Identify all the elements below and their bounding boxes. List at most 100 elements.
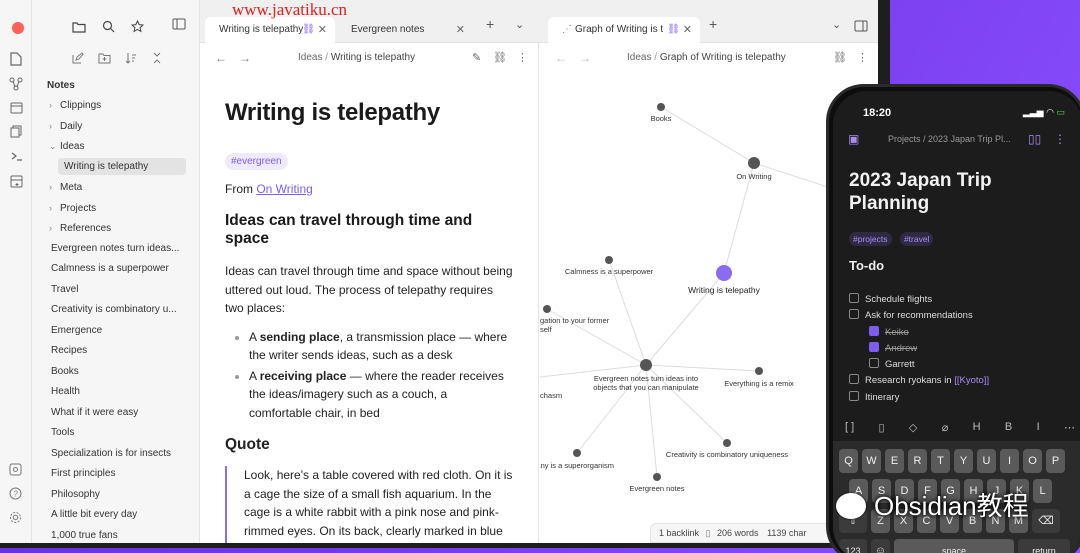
link-icon[interactable]: ⛓	[833, 51, 847, 64]
close-window-button[interactable]	[12, 22, 24, 34]
graph-node-on-writing[interactable]	[748, 157, 760, 169]
more-icon[interactable]: ⋯	[1064, 421, 1075, 434]
checkbox[interactable]	[849, 293, 859, 303]
checkbox-checked[interactable]	[869, 325, 879, 336]
key-o[interactable]: O	[1023, 449, 1042, 473]
kyoto-link[interactable]: [[Kyoto]]	[954, 375, 989, 386]
key-e[interactable]: E	[885, 449, 904, 473]
key-t[interactable]: T	[931, 449, 950, 473]
copy-icon[interactable]	[9, 125, 23, 139]
calendar-icon[interactable]	[9, 101, 23, 115]
sidebar-toggle-icon[interactable]	[172, 18, 186, 33]
key-i[interactable]: I	[1000, 449, 1019, 473]
key-w[interactable]: W	[862, 449, 881, 473]
tree-folder[interactable]: › Meta	[32, 177, 200, 198]
checkbox-checked[interactable]	[869, 341, 879, 352]
search-icon[interactable]	[102, 20, 115, 36]
italic-icon[interactable]: I	[1037, 421, 1040, 434]
back-arrow-icon[interactable]: ←	[555, 51, 579, 65]
tree-file[interactable]: First principles	[32, 464, 200, 485]
tag-evergreen[interactable]: #evergreen	[225, 153, 288, 170]
collapse-all-icon[interactable]	[151, 52, 163, 67]
graph-node-everything-remix[interactable]	[755, 367, 763, 375]
tree-file[interactable]: Creativity is combinatory u...	[32, 300, 200, 321]
tab-list-chevron-icon[interactable]: ⌄	[832, 18, 841, 31]
help-icon[interactable]: ?	[9, 487, 22, 511]
more-options-icon[interactable]: ⋮	[517, 51, 528, 64]
tree-file[interactable]: Philosophy	[32, 485, 200, 506]
key-y[interactable]: Y	[954, 449, 973, 473]
backlinks-count[interactable]: 1 backlink	[659, 528, 699, 538]
graph-node-books[interactable]	[657, 103, 665, 111]
tree-file[interactable]: Health	[32, 382, 200, 403]
folder-icon[interactable]	[72, 20, 86, 36]
tree-folder[interactable]: › Projects	[32, 198, 200, 219]
tree-file[interactable]: Tools	[32, 423, 200, 444]
key-l[interactable]: L	[1033, 479, 1052, 503]
sidebar-toggle-icon[interactable]: ▣	[848, 132, 859, 146]
tree-folder[interactable]: ⌄ Ideas	[32, 136, 200, 157]
tree-file[interactable]: 1,000 true fans	[32, 526, 200, 544]
new-note-icon[interactable]	[72, 52, 84, 67]
file-icon[interactable]: ▯	[879, 421, 885, 434]
graph-node-calmness[interactable]	[605, 256, 613, 264]
tab-graph[interactable]: ⋰ Graph of Writing is t ⛓ ✕	[548, 17, 700, 43]
tab-list-chevron-icon[interactable]: ⌄	[515, 18, 524, 31]
link-icon[interactable]: ⛓	[493, 51, 507, 64]
key-space[interactable]: space	[894, 539, 1014, 553]
tree-file[interactable]: Calmness is a superpower	[32, 259, 200, 280]
checkbox[interactable]	[849, 374, 859, 385]
vault-root-label[interactable]: Notes	[32, 77, 200, 95]
tree-file[interactable]: Writing is telepathy	[32, 157, 200, 178]
close-tab-icon[interactable]: ✕	[456, 17, 465, 43]
close-tab-icon[interactable]: ✕	[683, 17, 692, 43]
sort-icon[interactable]	[125, 52, 137, 67]
tree-folder[interactable]: › Clippings	[32, 95, 200, 116]
tree-file[interactable]: Specialization is for insects	[32, 444, 200, 465]
tree-file[interactable]: A little bit every day	[32, 505, 200, 526]
tag-projects[interactable]: #projects	[849, 232, 892, 246]
graph-node-superorganism[interactable]	[573, 449, 581, 457]
graph-node-creativity[interactable]	[723, 439, 731, 447]
tree-file[interactable]: Recipes	[32, 341, 200, 362]
wikilink-icon[interactable]: [ ]	[845, 421, 854, 434]
right-sidebar-toggle-icon[interactable]	[854, 19, 868, 35]
attachment-icon[interactable]: ⌀	[942, 421, 949, 434]
tab-writing-is-telepathy[interactable]: Writing is telepathy ⛓ ✕	[205, 17, 335, 43]
forward-arrow-icon[interactable]: →	[579, 51, 603, 65]
tree-file[interactable]: Evergreen notes turn ideas...	[32, 239, 200, 260]
key-p[interactable]: P	[1046, 449, 1065, 473]
tree-file[interactable]: Emergence	[32, 321, 200, 342]
settings-gear-icon[interactable]	[9, 511, 22, 535]
key-return[interactable]: return	[1018, 539, 1070, 553]
new-folder-icon[interactable]	[98, 52, 111, 67]
graph-node-evergreen-notes[interactable]	[653, 473, 661, 481]
breadcrumb-folder[interactable]: Ideas	[298, 52, 322, 63]
file-explorer-icon[interactable]	[9, 52, 23, 66]
tree-file[interactable]: Books	[32, 362, 200, 383]
graph-node-evergreen-notes-turn[interactable]	[640, 359, 652, 371]
graph-node-writing-is-telepathy[interactable]	[716, 265, 732, 281]
key-123[interactable]: 123	[839, 539, 867, 553]
key-u[interactable]: U	[977, 449, 996, 473]
tree-file[interactable]: What if it were easy	[32, 403, 200, 424]
more-options-icon[interactable]: ⋮	[857, 51, 868, 64]
close-tab-icon[interactable]: ✕	[318, 17, 327, 43]
tree-folder[interactable]: › Daily	[32, 116, 200, 137]
reading-mode-book-icon[interactable]: ▯▯	[1028, 132, 1041, 146]
more-options-icon[interactable]: ⋮	[1054, 132, 1066, 146]
template-icon[interactable]	[9, 175, 23, 189]
bookmark-star-icon[interactable]	[130, 19, 145, 36]
backspace-key-icon[interactable]: ⌫	[1032, 509, 1060, 533]
edit-pencil-icon[interactable]: ✎	[472, 51, 481, 64]
key-q[interactable]: Q	[839, 449, 858, 473]
tree-file[interactable]: Travel	[32, 280, 200, 301]
forward-arrow-icon[interactable]: →	[239, 51, 263, 65]
heading-icon[interactable]: H	[973, 421, 981, 434]
phone-breadcrumb[interactable]: Projects / 2023 Japan Trip Pl...	[888, 134, 1011, 144]
checkbox[interactable]	[869, 358, 879, 369]
graph-node-navigation[interactable]	[543, 305, 551, 313]
graph-view-icon[interactable]	[9, 77, 23, 91]
back-arrow-icon[interactable]: ←	[215, 51, 239, 65]
note-content[interactable]: Writing is telepathy #evergreen From On …	[200, 99, 538, 543]
